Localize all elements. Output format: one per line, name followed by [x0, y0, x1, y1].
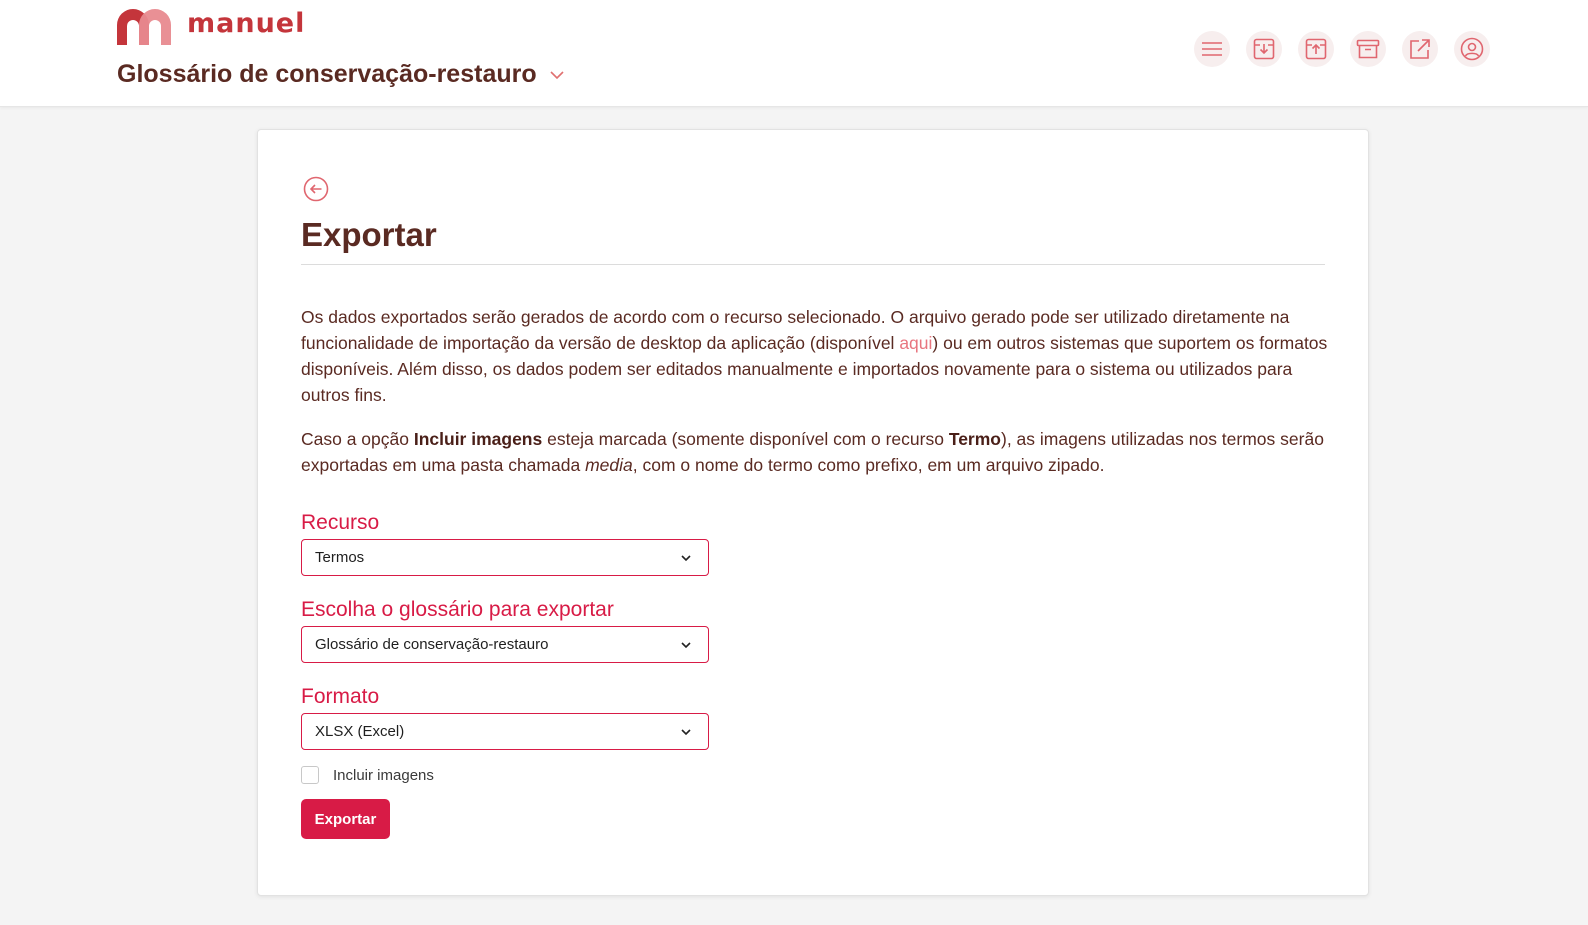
menu-button[interactable] — [1194, 31, 1230, 67]
include-images-label[interactable]: Incluir imagens — [333, 767, 434, 784]
intro-bold-text: Incluir imagens — [413, 429, 543, 449]
app-logo[interactable]: manuel — [117, 9, 305, 45]
archive-button[interactable] — [1350, 31, 1386, 67]
include-images-checkbox[interactable] — [301, 766, 319, 784]
archive-icon — [1356, 39, 1380, 59]
format-label: Formato — [301, 685, 380, 708]
chevron-down-icon — [681, 728, 691, 735]
export-button-top[interactable] — [1298, 31, 1334, 67]
back-arrow-icon[interactable] — [302, 175, 330, 203]
intro-text: esteja marcada (somente disponível com o… — [542, 429, 949, 449]
top-bar: manuel Glossário de conservação-restauro — [0, 0, 1588, 107]
download-link[interactable]: aqui — [899, 333, 932, 353]
intro-paragraph-2: Caso a opção Incluir imagens esteja marc… — [301, 426, 1331, 478]
page-title: Exportar — [301, 216, 437, 253]
format-select[interactable]: XLSX (Excel) — [301, 713, 709, 750]
glossary-select[interactable]: Glossário de conservação-restauro — [301, 626, 709, 663]
glossary-label: Escolha o glossário para exportar — [301, 598, 614, 621]
user-icon — [1460, 37, 1484, 61]
menu-icon — [1202, 42, 1222, 56]
intro-text: , com o nome do termo como prefixo, em u… — [632, 455, 1105, 475]
import-icon — [1253, 38, 1275, 60]
export-card: Exportar Os dados exportados serão gerad… — [257, 129, 1369, 896]
intro-text: Caso a opção — [301, 429, 414, 449]
intro-paragraph-1: Os dados exportados serão gerados de aco… — [301, 304, 1331, 408]
export-button[interactable]: Exportar — [301, 799, 390, 839]
logo-text: manuel — [187, 8, 306, 39]
chevron-down-icon — [681, 641, 691, 648]
external-link-icon — [1410, 39, 1430, 59]
export-icon — [1305, 38, 1327, 60]
chevron-down-icon — [681, 554, 691, 561]
title-divider — [301, 264, 1325, 265]
intro-bold-text: Termo — [948, 429, 1001, 449]
chevron-down-icon — [550, 70, 564, 79]
glossary-select-value: Glossário de conservação-restauro — [315, 636, 549, 653]
toolbar — [1194, 31, 1506, 67]
logo-mark-icon — [117, 9, 171, 45]
external-link-button[interactable] — [1402, 31, 1438, 67]
user-button[interactable] — [1454, 31, 1490, 67]
resource-select[interactable]: Termos — [301, 539, 709, 576]
intro-italic-text: media — [585, 455, 633, 475]
format-select-value: XLSX (Excel) — [315, 723, 405, 740]
glossary-title: Glossário de conservação-restauro — [117, 60, 537, 88]
resource-select-value: Termos — [315, 549, 365, 566]
include-images-row: Incluir imagens — [301, 766, 434, 784]
resource-label: Recurso — [301, 511, 380, 534]
glossary-selector[interactable]: Glossário de conservação-restauro — [117, 60, 565, 89]
import-button[interactable] — [1246, 31, 1282, 67]
